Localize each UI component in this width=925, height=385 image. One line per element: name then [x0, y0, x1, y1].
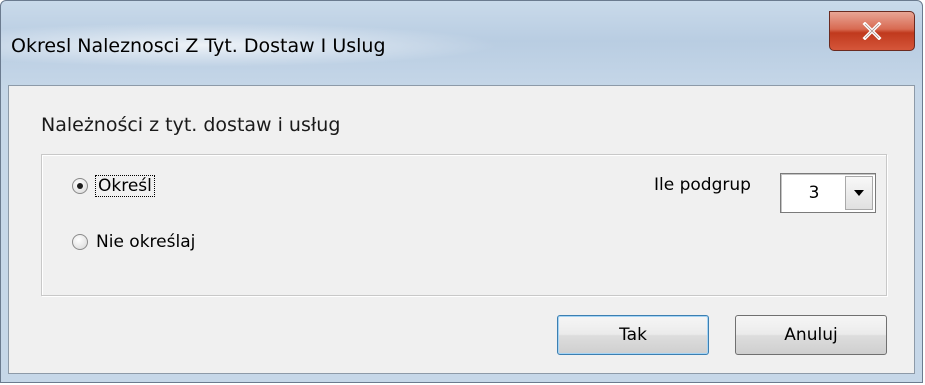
chevron-down-icon — [854, 190, 864, 196]
title-bar[interactable]: Okresl Naleznosci Z Tyt. Dostaw I Uslug — [1, 1, 922, 85]
subgroups-value: 3 — [808, 183, 820, 203]
radio-button-unchecked[interactable] — [72, 234, 88, 250]
radio-option-nie-okreslaj[interactable]: Nie określaj — [72, 232, 195, 252]
dialog-body: Należności z tyt. dostaw i usług Określ … — [8, 85, 915, 374]
radio-option-okresl[interactable]: Określ — [72, 175, 155, 197]
cancel-button[interactable]: Anuluj — [735, 315, 887, 355]
radio-label-okresl: Określ — [95, 175, 155, 197]
options-group: Określ Nie określaj Ile podgrup 3 — [41, 154, 887, 296]
ok-button[interactable]: Tak — [557, 315, 709, 355]
dialog-window: Okresl Naleznosci Z Tyt. Dostaw I Uslug … — [0, 0, 923, 383]
subgroups-label: Ile podgrup — [654, 175, 751, 195]
radio-button-checked[interactable] — [72, 178, 88, 194]
window-title: Okresl Naleznosci Z Tyt. Dostaw I Uslug — [11, 35, 386, 57]
close-button[interactable] — [829, 11, 915, 51]
radio-label-nie-okreslaj: Nie określaj — [96, 232, 196, 252]
subgroups-select[interactable]: 3 — [780, 173, 876, 213]
dialog-heading: Należności z tyt. dostaw i usług — [41, 114, 341, 136]
subgroups-dropdown-button[interactable] — [845, 176, 873, 210]
close-icon — [862, 22, 882, 40]
